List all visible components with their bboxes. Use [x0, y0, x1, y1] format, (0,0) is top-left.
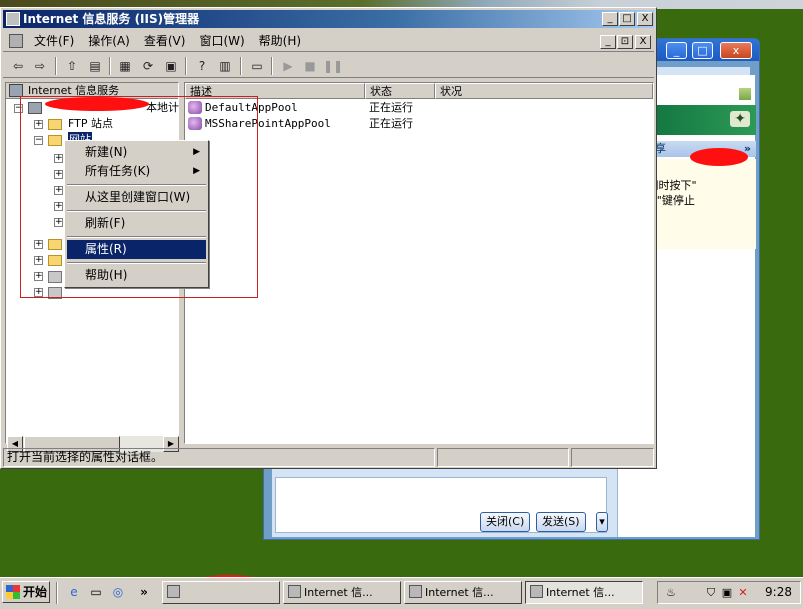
quicklaunch-icon[interactable]: ◎ — [110, 584, 126, 600]
toolbar-separator — [109, 57, 111, 75]
window-icon — [167, 585, 180, 598]
close-button[interactable]: X — [637, 12, 653, 26]
taskbar-button[interactable]: Internet 信... — [283, 581, 401, 604]
status-text: 打开当前选择的属性对话框。 — [3, 448, 435, 467]
windows-logo-icon — [6, 585, 20, 599]
chat-minimize-button[interactable]: _ — [666, 42, 687, 59]
iis-titlebar[interactable]: Internet 信息服务 (IIS)管理器 — [3, 10, 654, 28]
tray-app-icon[interactable]: ♨ — [664, 586, 678, 600]
taskbar-button[interactable] — [162, 581, 280, 604]
toolbar-separator — [240, 57, 242, 75]
iis-icon — [530, 585, 543, 598]
toolbar-separator — [271, 57, 273, 75]
quicklaunch-more-icon[interactable]: » — [136, 584, 152, 600]
redaction-mark — [690, 148, 748, 166]
iis-icon — [409, 585, 422, 598]
banner-logo: ✦ — [730, 111, 750, 127]
taskbar-label: Internet 信... — [546, 586, 615, 599]
start-button[interactable]: 开始 — [2, 581, 50, 603]
mmc-doc-icon[interactable] — [9, 34, 23, 48]
volume-muted-icon[interactable]: ✕ — [736, 586, 750, 600]
mdi-minimize-button[interactable]: _ — [600, 35, 616, 49]
minimize-button[interactable]: _ — [602, 12, 618, 26]
taskbar-separator — [56, 582, 58, 604]
play-icon[interactable]: ▶ — [279, 57, 297, 75]
menu-view[interactable]: 查看(V) — [137, 30, 193, 52]
up-folder-icon[interactable]: ⇧ — [63, 57, 81, 75]
status-cell — [437, 448, 569, 467]
computer-icon[interactable]: ▭ — [248, 57, 266, 75]
window-title: Internet 信息服务 (IIS)管理器 — [23, 12, 200, 26]
taskbar-button[interactable]: Internet 信... — [404, 581, 522, 604]
menu-action[interactable]: 操作(A) — [81, 30, 137, 52]
toolbar: ⇦ ⇨ ⇧ ▤ ▦ ⟳ ▣ ? ▥ ▭ ▶ ■ ❚❚ — [3, 54, 654, 78]
taskbar-label: Internet 信... — [304, 586, 373, 599]
sidebar-icon — [738, 87, 752, 101]
close-button[interactable]: 关闭(C) — [480, 512, 531, 532]
toolbar-separator — [185, 57, 187, 75]
clock[interactable]: 9:28 — [765, 582, 792, 603]
column-header-status[interactable]: 状况 — [435, 83, 653, 99]
taskbar: 开始 e ▭ ◎ » Internet 信... Internet 信... I… — [0, 577, 803, 609]
forward-icon[interactable]: ⇨ — [31, 57, 49, 75]
show-desktop-icon[interactable]: ▭ — [88, 584, 104, 600]
pause-icon[interactable]: ❚❚ — [323, 57, 343, 75]
pool-status: 正在运行 — [369, 101, 413, 114]
taskbar-button-active[interactable]: Internet 信... — [525, 581, 643, 604]
toolbar-separator — [55, 57, 57, 75]
mdi-close-button[interactable]: X — [635, 35, 651, 49]
send-button[interactable]: 发送(S) — [536, 512, 586, 532]
pool-status: 正在运行 — [369, 117, 413, 130]
column-header-state[interactable]: 状态 — [365, 83, 435, 99]
properties-icon[interactable]: ▦ — [116, 57, 134, 75]
network-icon[interactable]: ▣ — [720, 586, 734, 600]
stop-icon[interactable]: ■ — [301, 57, 319, 75]
status-bar: 打开当前选择的属性对话框。 — [3, 448, 654, 467]
maximize-button[interactable]: □ — [619, 12, 635, 26]
send-dropdown-button[interactable]: ▾ — [596, 512, 608, 532]
menu-items: 文件(F) 操作(A) 查看(V) 窗口(W) 帮助(H) — [27, 30, 308, 52]
chat-maximize-button[interactable]: □ — [692, 42, 713, 59]
show-tree-icon[interactable]: ▤ — [86, 57, 104, 75]
refresh-icon[interactable]: ⟳ — [139, 57, 157, 75]
status-cell — [571, 448, 654, 467]
annotation-box — [20, 96, 258, 298]
redaction-mark — [45, 97, 149, 111]
back-icon[interactable]: ⇦ — [9, 57, 27, 75]
iis-icon — [288, 585, 301, 598]
chat-close-button[interactable]: x — [720, 42, 752, 59]
system-tray: ♨ ⛉ ▣ ✕ 9:28 — [657, 581, 801, 604]
export-list-icon[interactable]: ▣ — [162, 57, 180, 75]
iis-app-icon — [6, 12, 20, 26]
menu-window[interactable]: 窗口(W) — [192, 30, 251, 52]
menu-file[interactable]: 文件(F) — [27, 30, 81, 52]
menu-bar: 文件(F) 操作(A) 查看(V) 窗口(W) 帮助(H) _ ⊡ X — [3, 30, 654, 52]
start-label: 开始 — [23, 585, 48, 599]
mdi-restore-button[interactable]: ⊡ — [617, 35, 633, 49]
menu-help[interactable]: 帮助(H) — [252, 30, 308, 52]
taskbar-label: Internet 信... — [425, 586, 494, 599]
ie-icon[interactable]: e — [66, 584, 82, 600]
help-icon[interactable]: ? — [193, 57, 211, 75]
shield-icon[interactable]: ⛉ — [704, 586, 718, 600]
show-hide-icon[interactable]: ▥ — [216, 57, 234, 75]
